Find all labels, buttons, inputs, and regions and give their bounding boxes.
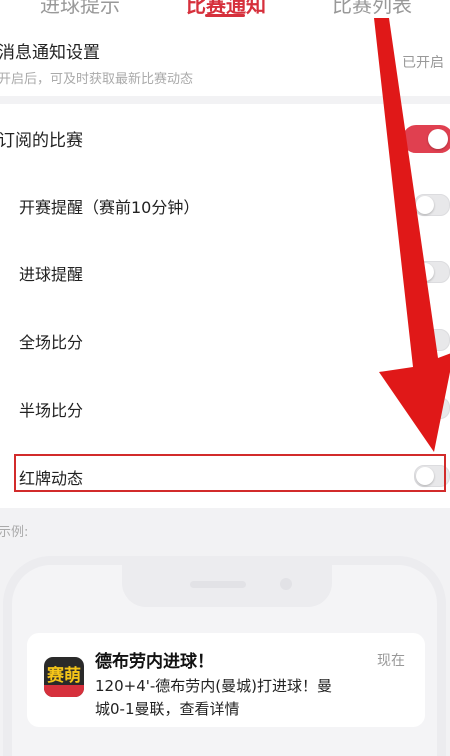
- toggle-knob: [416, 196, 434, 214]
- goal-reminder-row: 进球提醒: [0, 242, 450, 302]
- example-notification: 赛萌 德布劳内进球！ 现在 120+4'-德布劳内(曼城)打进球！曼城0-1曼联…: [27, 633, 425, 727]
- kickoff-reminder-label: 开赛提醒（赛前10分钟）: [19, 198, 200, 217]
- toggle-knob: [416, 399, 434, 417]
- tab-match-list[interactable]: 比赛列表: [332, 0, 412, 18]
- half-time-score-row: 半场比分: [0, 378, 450, 438]
- app-logo-text: 赛萌: [47, 666, 81, 686]
- goal-reminder-label: 进球提醒: [19, 265, 84, 284]
- half-time-score-label: 半场比分: [19, 401, 84, 420]
- full-time-score-row: 全场比分: [0, 310, 450, 370]
- full-time-score-toggle[interactable]: [414, 329, 450, 351]
- full-time-score-label: 全场比分: [19, 333, 84, 352]
- subscribed-matches-toggle[interactable]: [403, 125, 450, 153]
- app-logo-band: [44, 685, 84, 697]
- notification-settings-title: 消息通知设置: [0, 43, 100, 63]
- tab-goal-alerts[interactable]: 进球提示: [40, 0, 120, 18]
- toggle-knob: [428, 129, 448, 149]
- active-tab-indicator: [205, 14, 245, 17]
- speaker-grille: [190, 581, 246, 588]
- kickoff-reminder-row: 开赛提醒（赛前10分钟）: [0, 175, 450, 235]
- subscribed-matches-row: 订阅的比赛: [0, 107, 450, 167]
- notification-body: 120+4'-德布劳内(曼城)打进球！曼城0-1曼联，查看详情: [95, 677, 332, 718]
- red-card-highlight-box: [14, 454, 446, 492]
- notification-time: 现在: [377, 653, 405, 669]
- app-logo-icon: 赛萌: [44, 657, 84, 697]
- notification-settings-subtitle: 开启后，可及时获取最新比赛动态: [0, 72, 194, 87]
- camera-icon: [280, 578, 292, 590]
- phone-notch: [122, 563, 332, 607]
- notification-settings-status: 已开启: [402, 55, 444, 71]
- notification-title: 德布劳内进球！: [95, 652, 214, 672]
- goal-reminder-toggle[interactable]: [414, 261, 450, 283]
- toggle-knob: [416, 331, 434, 349]
- settings-list: 订阅的比赛 开赛提醒（赛前10分钟） 进球提醒 全场比分 半场比分 红牌动态: [0, 104, 450, 508]
- example-label: 示例:: [0, 525, 29, 540]
- toggle-knob: [416, 263, 434, 281]
- tab-bar: 进球提示 比赛通知 比赛列表: [0, 0, 450, 20]
- kickoff-reminder-toggle[interactable]: [414, 194, 450, 216]
- subscribed-matches-label: 订阅的比赛: [0, 131, 83, 151]
- notification-settings-row[interactable]: 消息通知设置 开启后，可及时获取最新比赛动态 已开启: [0, 20, 450, 96]
- half-time-score-toggle[interactable]: [414, 397, 450, 419]
